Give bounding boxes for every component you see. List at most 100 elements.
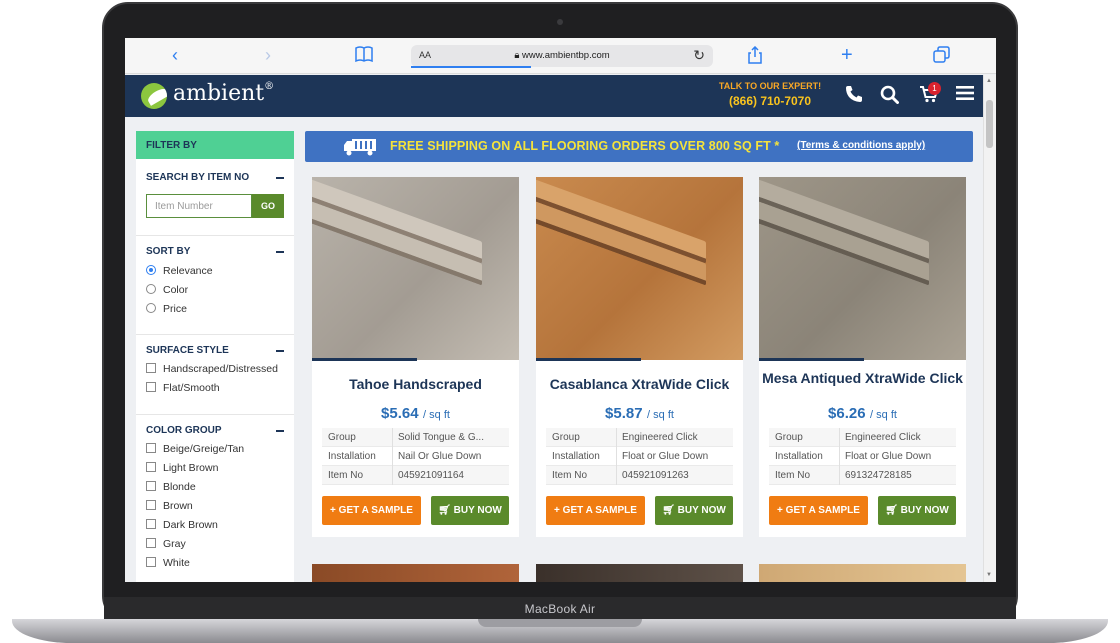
load-progress-bar: [411, 66, 531, 68]
logo-leaf-icon[interactable]: [141, 83, 167, 109]
search-by-item-title[interactable]: SEARCH BY ITEM NO: [146, 172, 249, 183]
product-price: $5.64 / sq ft: [381, 405, 450, 422]
color-option[interactable]: Dark Brown: [146, 518, 218, 532]
color-option[interactable]: White: [146, 556, 190, 570]
url-value: www.ambientbp.com: [522, 50, 610, 61]
scroll-down-icon[interactable]: ▼: [986, 572, 992, 578]
product-image-next-row[interactable]: [759, 564, 966, 582]
share-icon[interactable]: [747, 45, 763, 67]
address-bar[interactable]: AA 🔒︎ www.ambientbp.com ↻: [411, 45, 713, 68]
checkbox-icon[interactable]: [146, 443, 156, 453]
product-image-next-row[interactable]: [536, 564, 743, 582]
spec-row-installation: Installation Float or Glue Down: [546, 447, 733, 466]
surface-option-handscraped[interactable]: Handscraped/Distressed: [146, 362, 278, 376]
bookmarks-icon[interactable]: [355, 46, 373, 65]
laptop-notch: [478, 619, 642, 627]
color-option[interactable]: Light Brown: [146, 461, 218, 475]
product-image[interactable]: [759, 177, 966, 360]
forward-icon[interactable]: ›: [265, 46, 271, 64]
color-group-title[interactable]: COLOR GROUP: [146, 425, 222, 436]
checkbox-icon[interactable]: [146, 519, 156, 529]
free-shipping-banner: FREE SHIPPING ON ALL FLOORING ORDERS OVE…: [305, 131, 973, 162]
collapse-icon[interactable]: [276, 350, 284, 352]
product-title[interactable]: Casablanca XtraWide Click: [536, 377, 743, 391]
scroll-up-icon[interactable]: ▲: [986, 78, 992, 84]
product-card[interactable]: Mesa Antiqued XtraWide Click $6.26 / sq …: [759, 177, 966, 537]
item-number-input[interactable]: [146, 194, 252, 218]
back-icon[interactable]: ‹: [172, 46, 178, 64]
go-button[interactable]: GO: [252, 194, 284, 218]
product-card[interactable]: Casablanca XtraWide Click $5.87 / sq ft …: [536, 177, 743, 537]
product-title[interactable]: Tahoe Handscraped: [312, 377, 519, 391]
image-indicator-bar: [759, 358, 864, 361]
get-sample-button[interactable]: + GET A SAMPLE: [769, 496, 868, 525]
collapse-icon[interactable]: [276, 177, 284, 179]
filter-sidebar: FILTER BY SEARCH BY ITEM NO GO SORT BY R…: [136, 131, 294, 582]
page-scrollbar[interactable]: [983, 75, 996, 582]
terms-link[interactable]: (Terms & conditions apply): [797, 140, 925, 151]
section-divider: [136, 235, 294, 236]
url-text: 🔒︎ www.ambientbp.com: [411, 50, 713, 61]
reload-icon[interactable]: ↻: [693, 47, 705, 64]
sort-by-title[interactable]: SORT BY: [146, 246, 190, 257]
spec-row-installation: Installation Float or Glue Down: [769, 447, 956, 466]
camera-icon: [557, 19, 563, 25]
collapse-icon[interactable]: [276, 251, 284, 253]
product-title[interactable]: Mesa Antiqued XtraWide Click: [759, 371, 966, 385]
spec-row-item-no: Item No 691324728185: [769, 466, 956, 485]
radio-icon[interactable]: [146, 303, 156, 313]
collapse-icon[interactable]: [276, 430, 284, 432]
checkbox-icon[interactable]: [146, 538, 156, 548]
color-option[interactable]: Beige/Greige/Tan: [146, 442, 244, 456]
scrollbar-thumb[interactable]: [986, 100, 993, 148]
section-divider: [136, 334, 294, 335]
sort-option-relevance[interactable]: Relevance: [146, 264, 213, 278]
product-card[interactable]: Tahoe Handscraped $5.64 / sq ft Group Sol…: [312, 177, 519, 537]
color-option[interactable]: Brown: [146, 499, 193, 513]
sort-option-price[interactable]: Price: [146, 302, 187, 316]
image-indicator-bar: [312, 358, 417, 361]
product-image-next-row[interactable]: [312, 564, 519, 582]
surface-style-title[interactable]: SURFACE STYLE: [146, 345, 229, 356]
spec-row-group: Group Engineered Click: [769, 428, 956, 447]
color-option[interactable]: Gray: [146, 537, 186, 551]
talk-to-expert-label: TALK TO OUR EXPERT!: [718, 81, 822, 91]
sort-option-color[interactable]: Color: [146, 283, 188, 297]
cart-icon: 🛒︎: [662, 505, 675, 516]
surface-option-flat[interactable]: Flat/Smooth: [146, 381, 220, 395]
product-price: $5.87 / sq ft: [605, 405, 674, 422]
radio-icon[interactable]: [146, 284, 156, 294]
get-sample-button[interactable]: + GET A SAMPLE: [322, 496, 421, 525]
checkbox-icon[interactable]: [146, 462, 156, 472]
spec-row-item-no: Item No 045921091164: [322, 466, 509, 485]
checkbox-icon[interactable]: [146, 481, 156, 491]
search-icon[interactable]: [880, 85, 899, 109]
site-logo[interactable]: ambient®: [173, 81, 274, 106]
new-tab-icon[interactable]: +: [841, 45, 853, 65]
device-label: MacBook Air: [524, 602, 596, 616]
spec-row-group: Group Solid Tongue & G...: [322, 428, 509, 447]
section-divider: [136, 414, 294, 415]
phone-icon[interactable]: [845, 85, 863, 108]
spec-row-installation: Installation Nail Or Glue Down: [322, 447, 509, 466]
phone-number-link[interactable]: (866) 710-7070: [715, 94, 825, 108]
buy-now-button[interactable]: 🛒︎ BUY NOW: [878, 496, 956, 525]
get-sample-button[interactable]: + GET A SAMPLE: [546, 496, 645, 525]
checkbox-icon[interactable]: [146, 363, 156, 373]
site-header: ambient® TALK TO OUR EXPERT! (866) 710-7…: [125, 75, 983, 117]
screen: ‹ › AA 🔒︎ www.ambientbp.com ↻ + ambient®…: [125, 38, 996, 582]
lock-icon: 🔒︎: [514, 50, 520, 61]
checkbox-icon[interactable]: [146, 382, 156, 392]
color-option[interactable]: Blonde: [146, 480, 196, 494]
buy-now-button[interactable]: 🛒︎ BUY NOW: [655, 496, 733, 525]
checkbox-icon[interactable]: [146, 557, 156, 567]
product-image[interactable]: [536, 177, 743, 360]
product-image[interactable]: [312, 177, 519, 360]
radio-selected-icon[interactable]: [146, 265, 156, 275]
checkbox-icon[interactable]: [146, 500, 156, 510]
menu-icon[interactable]: [956, 85, 974, 106]
tabs-icon[interactable]: [933, 46, 950, 66]
buy-now-button[interactable]: 🛒︎ BUY NOW: [431, 496, 509, 525]
cart-icon: 🛒︎: [438, 505, 451, 516]
image-indicator-bar: [536, 358, 641, 361]
